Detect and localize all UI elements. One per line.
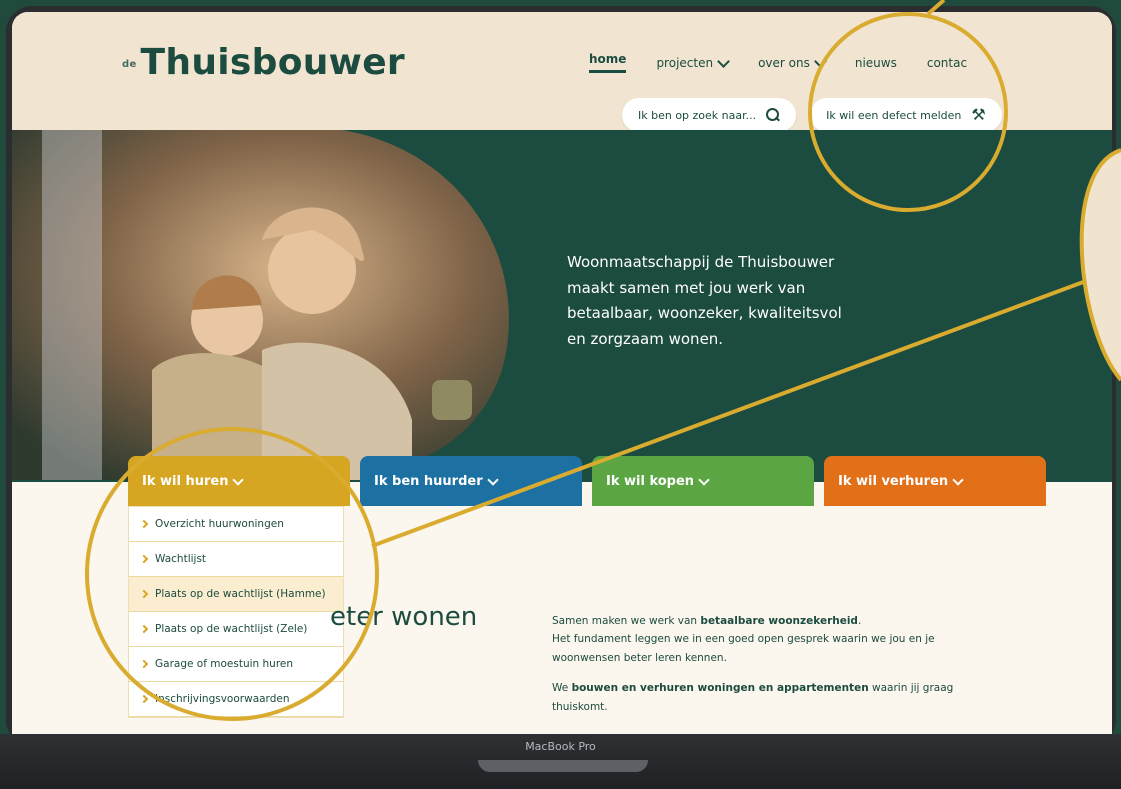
- nav-projecten[interactable]: projecten: [656, 54, 730, 70]
- chevron-right-icon: [139, 589, 149, 599]
- nav-contact-label: contac: [926, 55, 968, 70]
- text: woonwensen beter leren kennen.: [552, 651, 727, 664]
- tab-ik-wil-kopen[interactable]: Ik wil kopen: [592, 456, 814, 506]
- chevron-down-icon: [698, 473, 710, 486]
- logo-prefix: de: [122, 58, 137, 70]
- defect-label: Ik wil een defect melden: [826, 108, 962, 122]
- hero-photo: [12, 130, 509, 480]
- tab-label: Ik ben huurder: [374, 473, 483, 489]
- intro-paragraph-2: We bouwen en verhuren woningen en appart…: [552, 679, 1002, 716]
- hero-line: Woonmaatschappij de Thuisbouwer: [567, 253, 835, 271]
- audience-tabs: Ik wil huren Ik ben huurder Ik wil kopen…: [128, 456, 1046, 506]
- intro-paragraph-1: Samen maken we werk van betaalbare woonz…: [552, 612, 1002, 667]
- site-header: de Thuisbouwer home projecten over ons ni…: [12, 12, 1112, 132]
- menu-item[interactable]: Plaats op de wachtlijst (Hamme): [129, 577, 343, 612]
- text: .: [857, 615, 862, 627]
- chevron-right-icon: [139, 624, 149, 634]
- section-heading: eter wonen: [330, 602, 478, 632]
- search-button[interactable]: Ik ben op zoek naar...: [622, 98, 797, 132]
- chevron-down-icon: [813, 54, 827, 68]
- chevron-down-icon: [952, 473, 964, 486]
- chevron-down-icon: [232, 473, 245, 486]
- nav-nieuws-label: nieuws: [854, 55, 897, 70]
- hero-line: en zorgzaam wonen.: [567, 329, 724, 348]
- main-nav: home projecten over ons nieuws contac: [589, 52, 967, 73]
- hero-line: betaalbaar, woonzeker, kwaliteitsvol: [567, 304, 842, 322]
- huren-dropdown-menu: Overzicht huurwoningen Wachtlijst Plaats…: [128, 506, 344, 718]
- tab-ik-wil-verhuren[interactable]: Ik wil verhuren: [824, 456, 1046, 506]
- tab-ik-ben-huurder[interactable]: Ik ben huurder: [360, 456, 582, 506]
- menu-item[interactable]: Garage of moestuin huren: [129, 647, 343, 682]
- text: Samen maken we werk van: [552, 615, 701, 627]
- device-label: MacBook Pro: [525, 740, 596, 753]
- nav-over-ons[interactable]: over ons: [758, 54, 827, 70]
- text: Het fundament leggen we in een goed open…: [552, 633, 935, 646]
- chevron-down-icon: [486, 473, 499, 486]
- hero-line: maakt samen met jou werk van: [567, 278, 806, 297]
- tab-label: Ik wil kopen: [606, 473, 695, 489]
- search-label: Ik ben op zoek naar...: [638, 108, 757, 122]
- menu-item-label: Garage of moestuin huren: [155, 658, 294, 670]
- menu-item[interactable]: Plaats op de wachtlijst (Zele): [129, 612, 343, 647]
- menu-item-label: Plaats op de wachtlijst (Zele): [155, 623, 308, 635]
- search-icon: [766, 108, 780, 122]
- text: thuiskomt.: [552, 700, 608, 713]
- chevron-right-icon: [139, 659, 149, 669]
- wrench-icon: ⚒: [971, 105, 986, 124]
- hero-tagline: Woonmaatschappij de Thuisbouwer maakt sa…: [567, 250, 897, 352]
- menu-item-label: Overzicht huurwoningen: [155, 518, 284, 530]
- nav-over-ons-label: over ons: [758, 55, 810, 70]
- screen: de Thuisbouwer home projecten over ons ni…: [12, 12, 1112, 734]
- laptop-hinge: [478, 760, 648, 772]
- chevron-right-icon: [139, 694, 149, 704]
- nav-home-label: home: [589, 52, 627, 66]
- laptop-frame: de Thuisbouwer home projecten over ons ni…: [0, 0, 1121, 789]
- chevron-right-icon: [139, 554, 149, 564]
- tab-ik-wil-huren[interactable]: Ik wil huren: [128, 456, 350, 506]
- nav-projecten-label: projecten: [656, 55, 714, 70]
- menu-item[interactable]: Wachtlijst: [129, 542, 343, 577]
- header-actions: Ik ben op zoek naar... Ik wil een defect…: [622, 98, 1002, 132]
- section-intro: Samen maken we werk van betaalbare woonz…: [552, 612, 1002, 728]
- menu-item-label: Wachtlijst: [155, 553, 207, 565]
- nav-home[interactable]: home: [589, 52, 627, 73]
- nav-nieuws[interactable]: nieuws: [855, 56, 897, 70]
- text-bold: betaalbare woonzekerheid: [700, 615, 858, 627]
- nav-contact[interactable]: contac: [927, 56, 967, 70]
- menu-item-label: Inschrijvingsvoorwaarden: [155, 693, 290, 705]
- chevron-right-icon: [139, 519, 149, 529]
- logo-text: Thuisbouwer: [140, 42, 405, 83]
- text: waarin jij graag: [868, 682, 954, 695]
- chevron-down-icon: [717, 54, 730, 68]
- menu-item[interactable]: Inschrijvingsvoorwaarden: [129, 682, 343, 717]
- text: We: [552, 682, 572, 695]
- tab-label: Ik wil huren: [142, 473, 229, 489]
- menu-item-label: Plaats op de wachtlijst (Hamme): [155, 588, 326, 600]
- text-bold: bouwen en verhuren woningen en apparteme…: [571, 682, 869, 695]
- report-defect-button[interactable]: Ik wil een defect melden ⚒: [810, 98, 1002, 132]
- hero-section: Woonmaatschappij de Thuisbouwer maakt sa…: [12, 130, 1112, 482]
- menu-item[interactable]: Overzicht huurwoningen: [129, 507, 343, 542]
- tab-label: Ik wil verhuren: [838, 473, 949, 489]
- site-logo[interactable]: de Thuisbouwer: [122, 42, 405, 83]
